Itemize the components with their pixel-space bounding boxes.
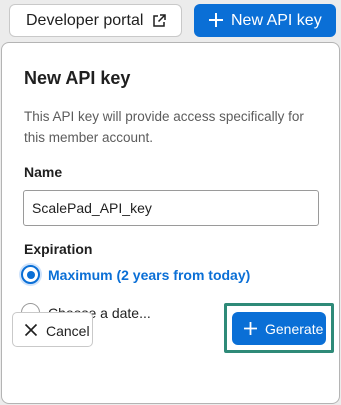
developer-portal-button[interactable]: Developer portal: [9, 4, 182, 37]
name-input[interactable]: [23, 190, 319, 226]
expiration-option-maximum[interactable]: Maximum (2 years from today): [21, 265, 250, 284]
plus-icon: [209, 13, 223, 27]
name-label: Name: [24, 164, 63, 180]
dialog-description: This API key will provide access specifi…: [24, 109, 304, 145]
close-icon: [24, 323, 38, 337]
generate-button[interactable]: Generate: [232, 312, 326, 345]
cancel-button[interactable]: Cancel: [12, 312, 93, 347]
expiration-option-label: Maximum (2 years from today): [48, 266, 251, 283]
external-link-icon: [153, 14, 166, 27]
new-api-key-button[interactable]: New API key: [194, 4, 336, 37]
top-bar: Developer portal New API key: [0, 0, 341, 40]
plus-icon: [244, 322, 257, 335]
new-api-key-label: New API key: [231, 12, 322, 29]
cancel-label: Cancel: [46, 323, 90, 339]
radio-button-checked[interactable]: [21, 265, 40, 284]
expiration-label: Expiration: [24, 241, 93, 257]
dialog-title: New API key: [24, 68, 131, 88]
developer-portal-label: Developer portal: [26, 11, 144, 29]
generate-label: Generate: [265, 321, 324, 337]
